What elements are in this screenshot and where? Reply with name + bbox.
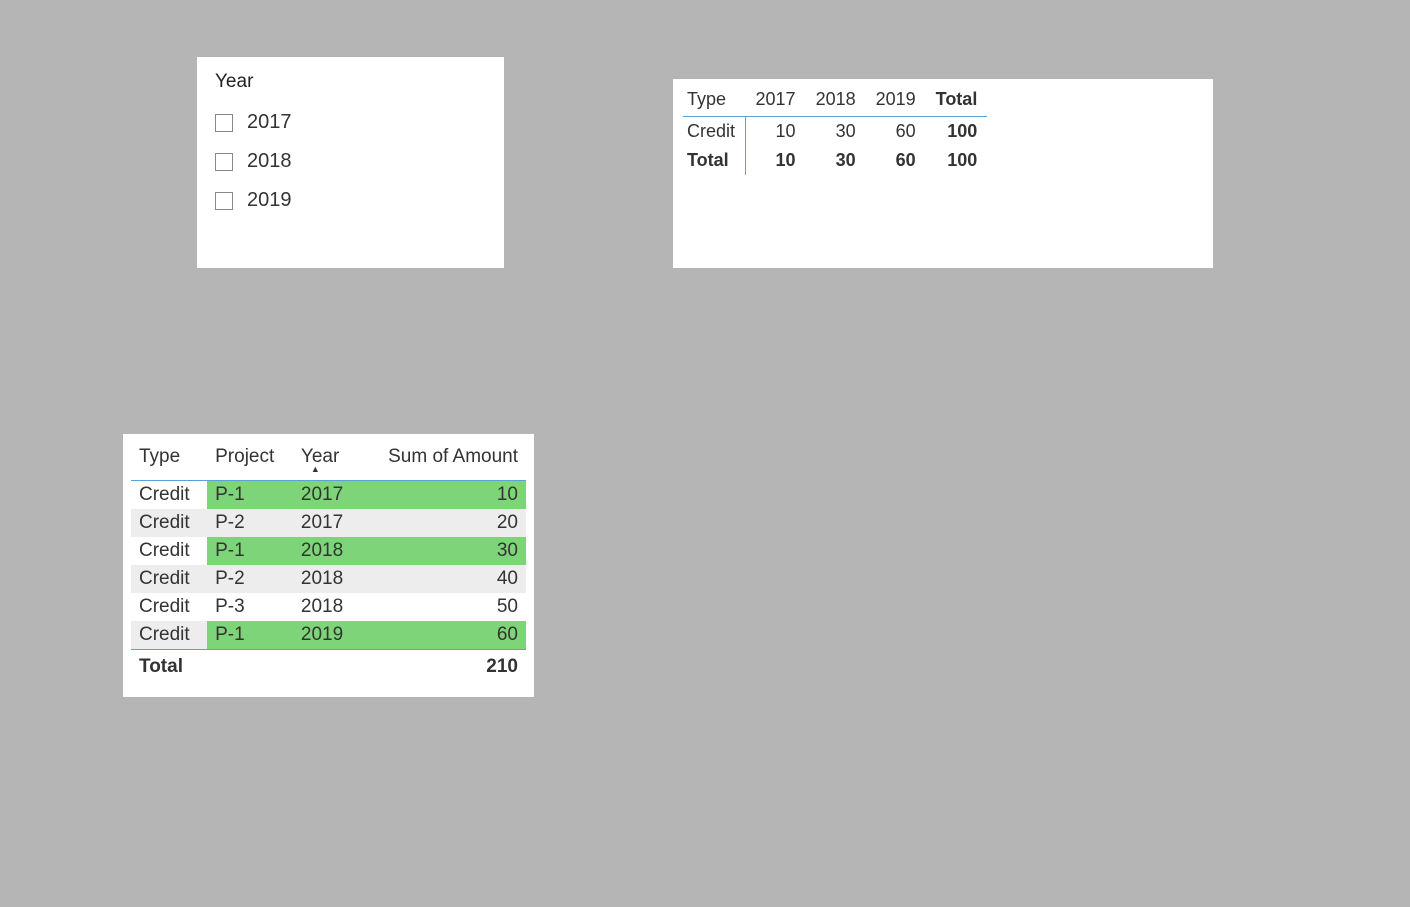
cell-type: Credit (131, 537, 207, 565)
matrix-cell: 10 (746, 117, 806, 147)
matrix-table: Type 2017 2018 2019 Total Credit 10 30 6… (683, 85, 987, 175)
table-row[interactable]: CreditP-1201830 (131, 537, 526, 565)
col-header-type[interactable]: Type (131, 440, 207, 481)
col-header-project[interactable]: Project (207, 440, 293, 481)
cell-type: Credit (131, 481, 207, 510)
checkbox-icon[interactable] (215, 192, 233, 210)
details-total-row: Total 210 (131, 650, 526, 685)
matrix-total-label: Total (683, 146, 746, 175)
cell-year: 2017 (293, 509, 360, 537)
table-row[interactable]: CreditP-2201840 (131, 565, 526, 593)
cell-amount: 40 (359, 565, 526, 593)
slicer-item[interactable]: 2017 (215, 103, 486, 142)
col-header-year[interactable]: Year ▲ (293, 440, 360, 481)
slicer-item-label: 2019 (247, 189, 292, 212)
cell-year: 2018 (293, 565, 360, 593)
checkbox-icon[interactable] (215, 153, 233, 171)
cell-project: P-3 (207, 593, 293, 621)
cell-year: 2018 (293, 537, 360, 565)
matrix-total-cell: 60 (866, 146, 926, 175)
cell-project: P-1 (207, 481, 293, 510)
matrix-col-header[interactable]: 2017 (746, 85, 806, 117)
cell-year: 2019 (293, 621, 360, 650)
slicer-item[interactable]: 2018 (215, 142, 486, 181)
matrix-total-cell: 30 (806, 146, 866, 175)
table-row[interactable]: CreditP-2201720 (131, 509, 526, 537)
matrix-cell: 30 (806, 117, 866, 147)
cell-project: P-1 (207, 621, 293, 650)
col-header-amount[interactable]: Sum of Amount (359, 440, 526, 481)
cell-project: P-2 (207, 565, 293, 593)
cell-project: P-1 (207, 537, 293, 565)
cell-project: P-2 (207, 509, 293, 537)
cell-amount: 60 (359, 621, 526, 650)
cell-amount: 10 (359, 481, 526, 510)
matrix-visual[interactable]: Type 2017 2018 2019 Total Credit 10 30 6… (673, 79, 1213, 268)
matrix-row-header[interactable]: Type (683, 85, 746, 117)
matrix-total-header[interactable]: Total (926, 85, 988, 117)
matrix-grand-total: 100 (926, 146, 988, 175)
cell-year: 2018 (293, 593, 360, 621)
cell-type: Credit (131, 509, 207, 537)
slicer-item-label: 2017 (247, 111, 292, 134)
cell-type: Credit (131, 593, 207, 621)
matrix-row-total: 100 (926, 117, 988, 147)
slicer-item-label: 2018 (247, 150, 292, 173)
table-row[interactable]: CreditP-3201850 (131, 593, 526, 621)
slicer-item[interactable]: 2019 (215, 181, 486, 220)
cell-type: Credit (131, 565, 207, 593)
cell-year: 2017 (293, 481, 360, 510)
table-row[interactable]: CreditP-1201710 (131, 481, 526, 510)
cell-amount: 50 (359, 593, 526, 621)
cell-type: Credit (131, 621, 207, 650)
details-table: Type Project Year ▲ Sum of Amount Credit… (131, 440, 526, 684)
matrix-col-header[interactable]: 2018 (806, 85, 866, 117)
year-slicer[interactable]: Year 2017 2018 2019 (197, 57, 504, 268)
slicer-title: Year (215, 71, 486, 93)
cell-amount: 20 (359, 509, 526, 537)
details-total-value: 210 (359, 650, 526, 685)
matrix-total-row: Total 10 30 60 100 (683, 146, 987, 175)
details-table-visual[interactable]: Type Project Year ▲ Sum of Amount Credit… (123, 434, 534, 697)
cell-amount: 30 (359, 537, 526, 565)
table-row[interactable]: CreditP-1201960 (131, 621, 526, 650)
matrix-cell: 60 (866, 117, 926, 147)
checkbox-icon[interactable] (215, 114, 233, 132)
details-total-label: Total (131, 650, 359, 685)
matrix-col-header[interactable]: 2019 (866, 85, 926, 117)
matrix-row-label: Credit (683, 117, 746, 147)
matrix-total-cell: 10 (746, 146, 806, 175)
matrix-row[interactable]: Credit 10 30 60 100 (683, 117, 987, 147)
